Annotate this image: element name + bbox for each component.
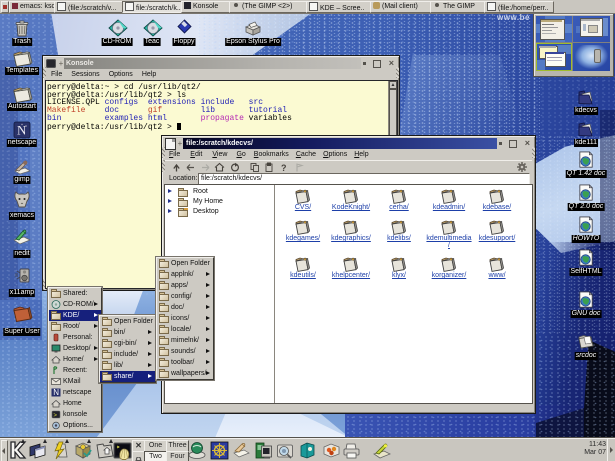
svg-text:?: ? (281, 163, 287, 173)
svg-text:>: > (53, 412, 57, 419)
svg-text:N: N (53, 388, 59, 397)
